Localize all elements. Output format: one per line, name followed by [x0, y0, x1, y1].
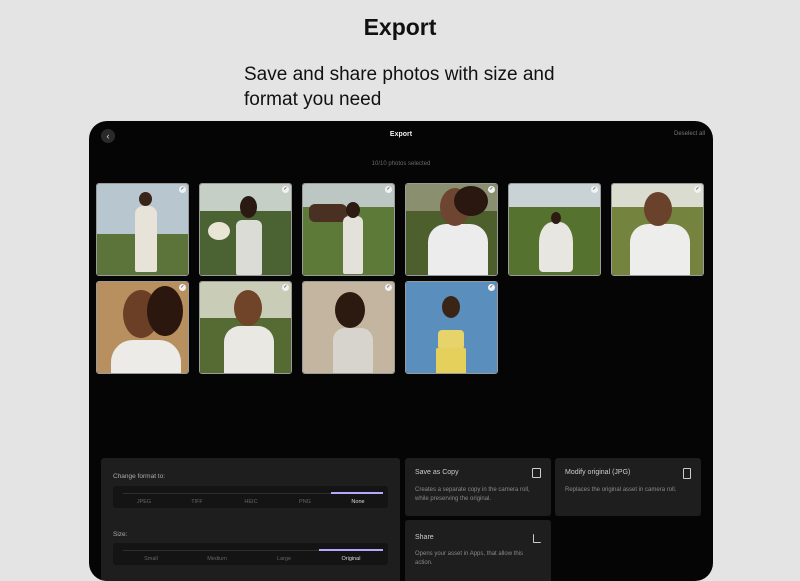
promo-title: Export: [363, 14, 437, 40]
save-as-copy-title: Save as Copy: [415, 469, 459, 476]
check-icon: ✓: [179, 284, 186, 291]
photo-thumbnail[interactable]: ✓: [302, 183, 395, 276]
photo-thumbnail[interactable]: ✓: [611, 183, 704, 276]
photo-thumbnail[interactable]: ✓: [199, 183, 292, 276]
format-segmented-control: JPEG TIFF HEIC PNG None: [113, 486, 388, 508]
check-icon: ✓: [282, 186, 289, 193]
duplicate-icon: [532, 468, 541, 478]
format-label: Change format to:: [113, 473, 166, 480]
size-segmented-control: Small Medium Large Original: [113, 543, 388, 565]
share-description: Opens your asset in Apps, that allow thi…: [415, 551, 524, 566]
check-icon: ✓: [385, 284, 392, 291]
photo-thumbnail[interactable]: ✓: [508, 183, 601, 276]
size-option-medium[interactable]: Medium: [189, 556, 245, 562]
selected-count: 10/10 photos selected: [371, 161, 431, 167]
format-option-png[interactable]: PNG: [277, 499, 333, 505]
photo-thumbnail[interactable]: ✓: [302, 281, 395, 374]
photo-thumbnail[interactable]: ✓: [96, 281, 189, 374]
share-card[interactable]: Share Opens your asset in Apps, that all…: [405, 520, 551, 581]
promo-subtitle: Save and share photos with size and form…: [244, 64, 555, 110]
size-option-small[interactable]: Small: [123, 556, 179, 562]
save-as-copy-card[interactable]: Save as Copy Creates a separate copy in …: [405, 458, 551, 516]
check-icon: ✓: [591, 186, 598, 193]
tablet-screen: ‹ Export Deselect all 10/10 photos selec…: [89, 121, 713, 581]
modify-original-description: Replaces the original asset in camera ro…: [565, 487, 677, 493]
check-icon: ✓: [385, 186, 392, 193]
screen-title: Export: [389, 131, 413, 138]
deselect-all-button[interactable]: Deselect all: [674, 131, 705, 137]
format-selected-indicator: [331, 492, 383, 494]
size-label: Size:: [113, 531, 128, 538]
size-option-large[interactable]: Large: [256, 556, 312, 562]
phone-icon: [683, 468, 691, 479]
check-icon: ✓: [179, 186, 186, 193]
photo-thumbnail[interactable]: ✓: [405, 183, 498, 276]
photo-thumbnail[interactable]: ✓: [96, 183, 189, 276]
share-title: Share: [415, 534, 434, 541]
check-icon: ✓: [282, 284, 289, 291]
photo-thumbnail[interactable]: ✓: [199, 281, 292, 374]
size-selected-indicator: [319, 549, 383, 551]
save-as-copy-description: Creates a separate copy in the camera ro…: [415, 487, 530, 502]
format-size-panel: Change format to: JPEG TIFF HEIC PNG Non…: [101, 458, 400, 581]
format-option-heic[interactable]: HEIC: [223, 499, 279, 505]
format-option-none[interactable]: None: [330, 499, 386, 505]
format-option-jpeg[interactable]: JPEG: [116, 499, 172, 505]
photo-thumbnail[interactable]: ✓: [405, 281, 498, 374]
share-icon: [533, 534, 541, 543]
check-icon: ✓: [488, 284, 495, 291]
size-option-original[interactable]: Original: [323, 556, 379, 562]
check-icon: ✓: [488, 186, 495, 193]
check-icon: ✓: [694, 186, 701, 193]
format-option-tiff[interactable]: TIFF: [169, 499, 225, 505]
modify-original-card[interactable]: Modify original (JPG) Replaces the origi…: [555, 458, 701, 516]
modify-original-title: Modify original (JPG): [565, 469, 631, 476]
